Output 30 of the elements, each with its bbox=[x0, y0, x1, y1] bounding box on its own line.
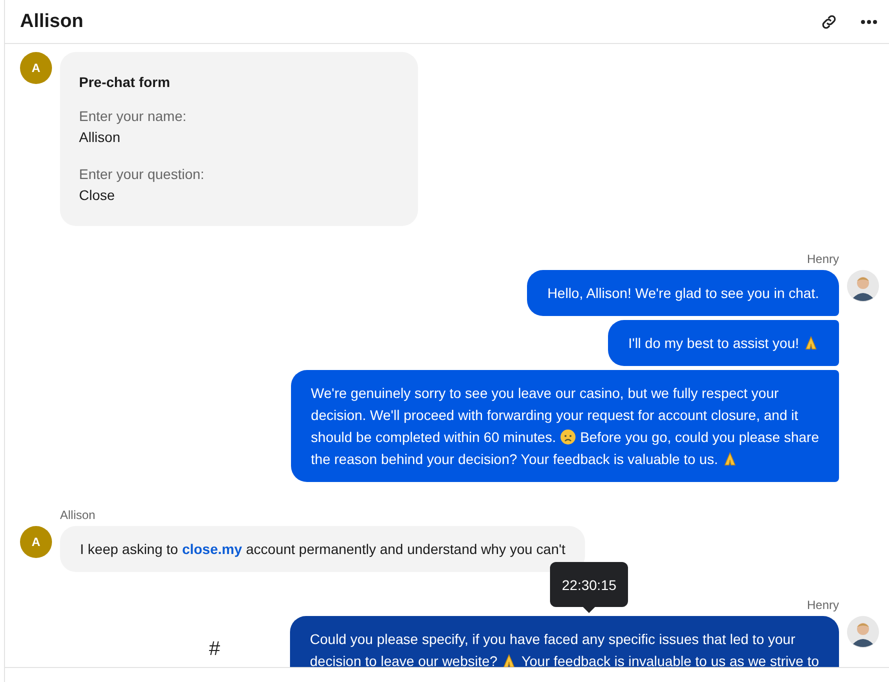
message-text: the reason behind your decision? Your feedback is valuable to us. bbox=[310, 450, 718, 469]
timestamp-tooltip: 22:30:15 bbox=[550, 562, 628, 607]
message-text: I keep asking to bbox=[80, 540, 178, 559]
form-label: Enter your question: bbox=[79, 165, 206, 184]
sender-name: Henry bbox=[806, 598, 839, 612]
avatar-icon bbox=[847, 616, 879, 648]
message-text: should be completed within 60 minutes. bbox=[310, 428, 556, 447]
form-value: Allison bbox=[79, 128, 122, 147]
message-text: Could you please specify, if you have faced any specific issues that led to your bbox=[310, 630, 796, 649]
form-title: Pre-chat form bbox=[79, 74, 172, 90]
message-text: I'll do my best to assist you! bbox=[628, 334, 799, 353]
message-text: We're genuinely sorry to see you leave our casino, but we fully respect your bbox=[310, 384, 779, 403]
avatar: A bbox=[20, 526, 52, 558]
hash-mark: # bbox=[209, 638, 220, 660]
form-value: Close bbox=[79, 186, 116, 205]
message-text: decision to leave our website? bbox=[310, 652, 498, 667]
sender-name: Allison bbox=[60, 508, 96, 522]
message-text: Hello, Allison! We're glad to see you in chat. bbox=[547, 284, 819, 303]
message-text: Before you go, could you please share bbox=[580, 428, 819, 447]
avatar-icon bbox=[847, 270, 879, 302]
sad-face-icon bbox=[560, 429, 576, 445]
message-text: account permanently and understand why you can't bbox=[246, 540, 566, 559]
chat-title: Allison bbox=[20, 10, 84, 32]
message-link[interactable]: close.my bbox=[182, 538, 242, 560]
avatar: A bbox=[20, 52, 52, 84]
form-label: Enter your name: bbox=[79, 107, 188, 126]
message-text: decision. We'll proceed with forwarding your request for account closure, and it bbox=[310, 406, 798, 425]
sender-name: Henry bbox=[806, 252, 839, 266]
tooltip-pointer-icon bbox=[583, 607, 596, 613]
message-text: Your feedback is invaluable to us as we strive to bbox=[521, 652, 819, 667]
